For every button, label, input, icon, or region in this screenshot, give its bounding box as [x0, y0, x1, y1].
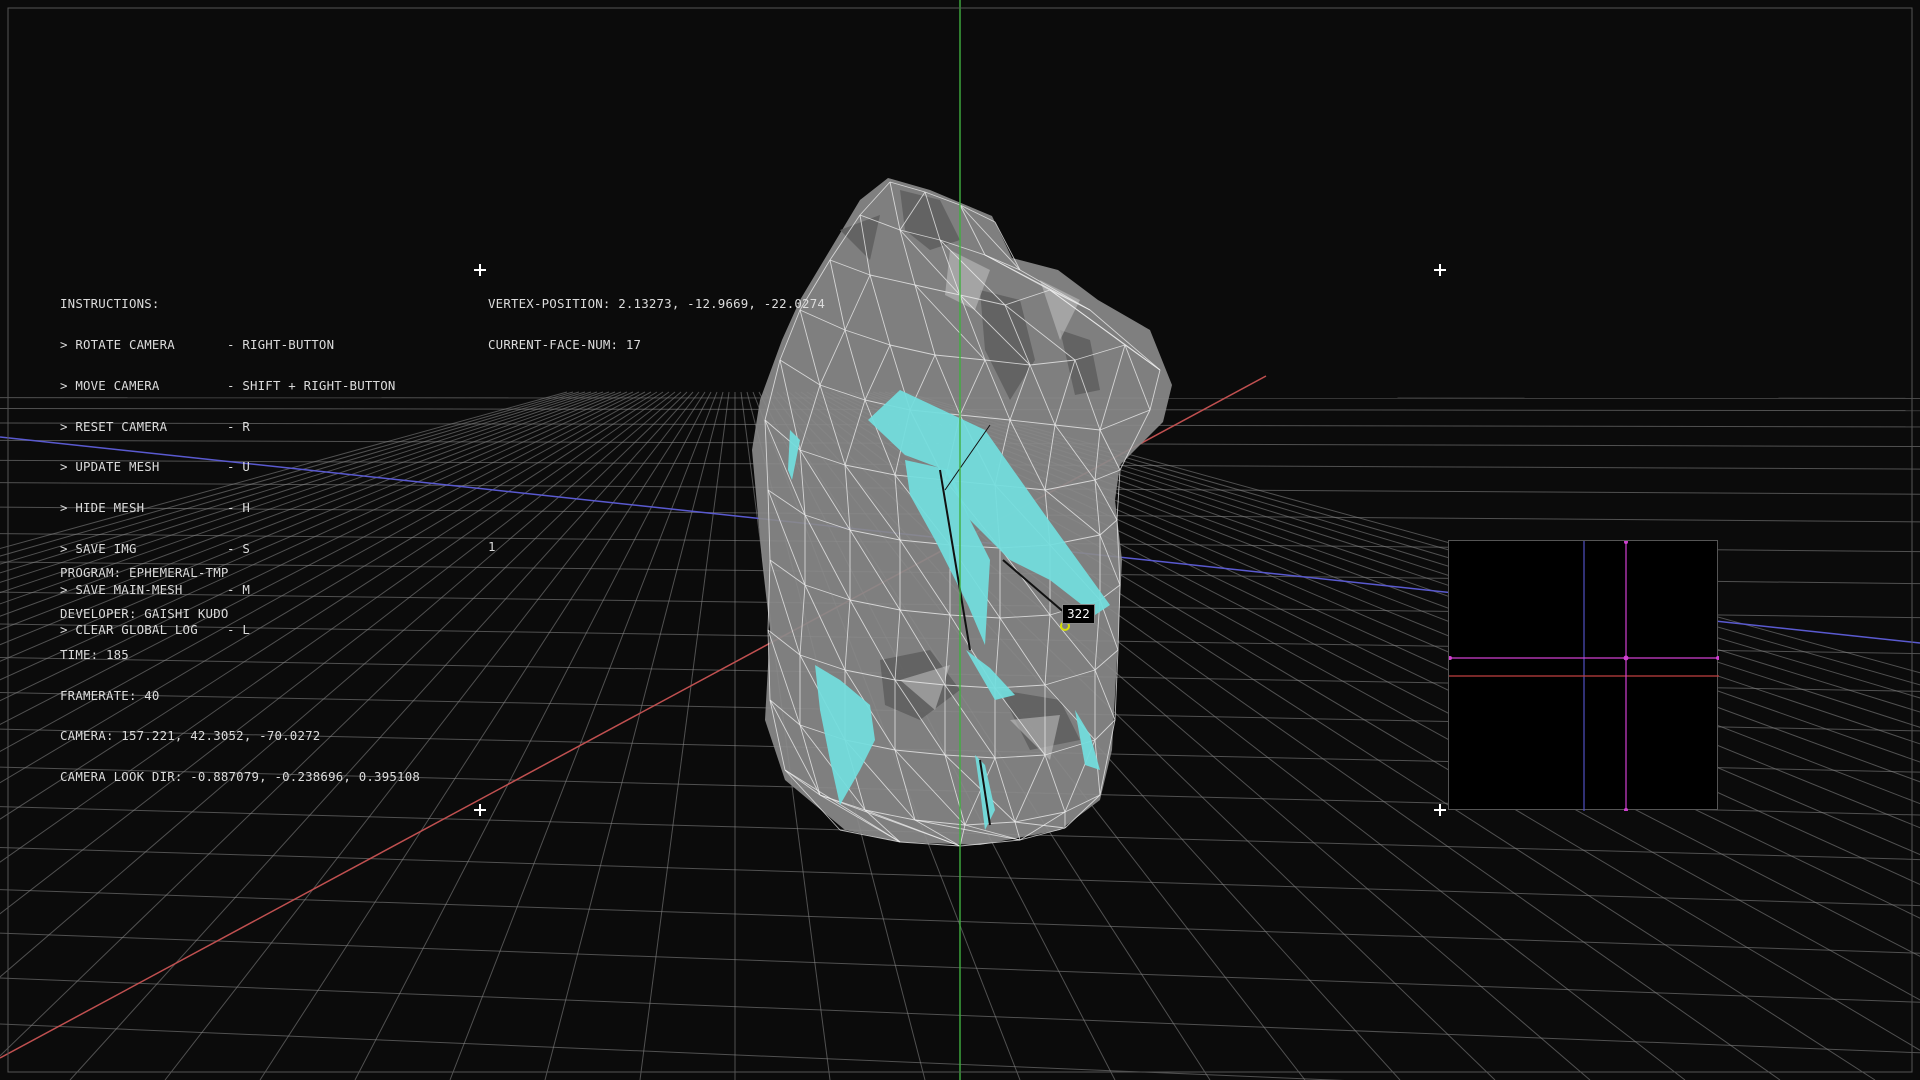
instruction-item: > HIDE MESH - H — [60, 500, 250, 516]
marker-number: 1 — [488, 539, 496, 554]
developer-name: DEVELOPER: GAISHI KUDO — [60, 605, 229, 621]
corner-marker-top-left — [474, 264, 486, 276]
time-readout: TIME: 185 — [60, 646, 129, 662]
instruction-item: > UPDATE MESH - U — [60, 459, 250, 475]
program-info-panel: PROGRAM: EPHEMERAL-TMP DEVELOPER: GAISHI… — [60, 539, 420, 797]
instructions-heading: INSTRUCTIONS: — [60, 296, 160, 312]
program-name: PROGRAM: EPHEMERAL-TMP — [60, 565, 229, 581]
vertex-position-readout: VERTEX-POSITION: 2.13273, -12.9669, -22.… — [488, 296, 826, 312]
vertex-index-label: 322 — [1062, 604, 1095, 624]
corner-marker-bottom-left — [474, 804, 486, 816]
current-face-num-readout: CURRENT-FACE-NUM: 17 — [488, 336, 642, 352]
camera-position-readout: CAMERA: 157.221, 42.3052, -70.0272 — [60, 728, 321, 744]
corner-marker-top-right — [1434, 264, 1446, 276]
framerate-readout: FRAMERATE: 40 — [60, 687, 160, 703]
instruction-item: > ROTATE CAMERA - RIGHT-BUTTON — [60, 336, 335, 352]
instruction-item: > RESET CAMERA - R — [60, 418, 250, 434]
camera-look-dir-readout: CAMERA LOOK DIR: -0.887079, -0.238696, 0… — [60, 769, 421, 785]
minimap-panel[interactable] — [1448, 540, 1719, 811]
corner-marker-bottom-right — [1434, 804, 1446, 816]
instruction-item: > MOVE CAMERA - SHIFT + RIGHT-BUTTON — [60, 377, 396, 393]
vertex-info-panel: VERTEX-POSITION: 2.13273, -12.9669, -22.… — [488, 270, 825, 365]
minimap-view — [1449, 541, 1719, 811]
